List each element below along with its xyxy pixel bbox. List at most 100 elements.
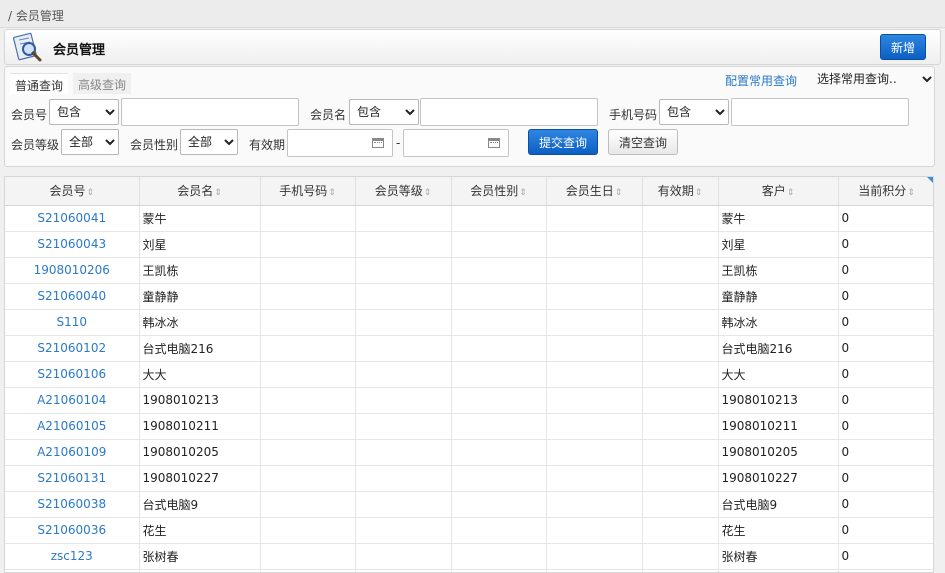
submit-query-button[interactable]: 提交查询 bbox=[528, 129, 598, 155]
table-cell bbox=[260, 205, 356, 232]
table-cell bbox=[355, 569, 452, 572]
column-header[interactable]: 会员名⇕ bbox=[139, 177, 261, 206]
table-row[interactable]: S21060106 大大 大大 0 bbox=[5, 361, 933, 388]
table-cell bbox=[642, 283, 719, 310]
member-code-link[interactable]: S21060041 bbox=[5, 205, 140, 232]
column-header[interactable]: 会员等级⇕ bbox=[355, 177, 452, 206]
column-header[interactable]: 当前积分⇕ bbox=[838, 177, 933, 206]
valid-from-input[interactable] bbox=[288, 130, 366, 156]
table-row[interactable]: A21060104 1908010213 1908010213 0 bbox=[5, 387, 933, 414]
table-row[interactable] bbox=[5, 569, 933, 572]
member-code-link[interactable]: S21060040 bbox=[5, 283, 140, 310]
valid-to-field[interactable] bbox=[403, 129, 509, 157]
date-range-dash: - bbox=[396, 136, 401, 150]
valid-from-field[interactable] bbox=[287, 129, 393, 157]
column-header-label: 会员生日 bbox=[565, 184, 614, 199]
column-header[interactable]: 手机号码⇕ bbox=[260, 177, 356, 206]
table-cell bbox=[642, 569, 719, 572]
column-header[interactable]: 会员性别⇕ bbox=[451, 177, 547, 206]
sort-icon[interactable]: ⇕ bbox=[519, 188, 527, 198]
table-row[interactable]: S21060102 台式电脑216 台式电脑216 0 bbox=[5, 335, 933, 362]
member-level-select[interactable]: 全部 bbox=[61, 129, 119, 155]
tab-advanced-search[interactable]: 高级查询 bbox=[73, 73, 132, 94]
sort-icon[interactable]: ⇕ bbox=[214, 188, 222, 198]
table-row[interactable]: 1908010206 王凯栋 王凯栋 0 bbox=[5, 257, 933, 284]
table-cell bbox=[451, 569, 547, 572]
common-query-select[interactable]: 选择常用查询.. bbox=[813, 68, 935, 90]
member-code-link[interactable]: S21060043 bbox=[5, 231, 140, 258]
column-header-label: 当前积分 bbox=[858, 184, 907, 199]
table-row[interactable]: S21060038 台式电脑9 台式电脑9 0 bbox=[5, 491, 933, 518]
member-code-link[interactable]: S21060102 bbox=[5, 335, 140, 362]
member-code-link[interactable]: A21060104 bbox=[5, 387, 140, 414]
member-code-link[interactable]: S21060038 bbox=[5, 491, 140, 518]
calendar-icon[interactable] bbox=[372, 138, 384, 148]
clear-query-button[interactable]: 清空查询 bbox=[608, 129, 678, 155]
sort-icon[interactable]: ⇕ bbox=[615, 188, 623, 198]
member-code-operator[interactable]: 包含 bbox=[49, 99, 119, 125]
table-cell: 1908010213 bbox=[718, 387, 839, 414]
table-row[interactable]: S21060036 花生 花生 0 bbox=[5, 517, 933, 544]
table-row[interactable]: S110 韩冰冰 韩冰冰 0 bbox=[5, 309, 933, 336]
member-name-operator[interactable]: 包含 bbox=[349, 99, 419, 125]
table-cell bbox=[451, 543, 547, 570]
table-cell bbox=[642, 517, 719, 544]
column-header[interactable]: 会员生日⇕ bbox=[546, 177, 643, 206]
table-cell: 台式电脑9 bbox=[718, 491, 839, 518]
table-cell bbox=[642, 439, 719, 466]
member-code-input[interactable] bbox=[121, 98, 299, 126]
table-cell: 花生 bbox=[139, 517, 261, 544]
member-gender-select[interactable]: 全部 bbox=[180, 129, 238, 155]
column-header[interactable]: 客户⇕ bbox=[718, 177, 839, 206]
table-row[interactable]: zsc123 张树春 张树春 0 bbox=[5, 543, 933, 570]
sort-icon[interactable]: ⇕ bbox=[86, 188, 94, 198]
table-cell: 王凯栋 bbox=[718, 257, 839, 284]
new-button[interactable]: 新增 bbox=[880, 34, 926, 60]
table-cell bbox=[355, 257, 452, 284]
member-code-link[interactable]: A21060109 bbox=[5, 439, 140, 466]
sort-icon[interactable]: ⇕ bbox=[424, 188, 432, 198]
table-row[interactable]: A21060105 1908010211 1908010211 0 bbox=[5, 413, 933, 440]
member-code-link[interactable]: zsc123 bbox=[5, 543, 140, 570]
table-cell bbox=[642, 491, 719, 518]
column-header[interactable]: 有效期⇕ bbox=[642, 177, 719, 206]
member-code-link[interactable]: A21060105 bbox=[5, 413, 140, 440]
search-panel: 普通查询 高级查询 配置常用查询 选择常用查询.. 会员号 包含 会员名 包含 … bbox=[4, 66, 935, 167]
member-code-link[interactable]: S21060036 bbox=[5, 517, 140, 544]
config-common-query-link[interactable]: 配置常用查询 bbox=[725, 72, 797, 89]
phone-operator[interactable]: 包含 bbox=[659, 99, 729, 125]
table-cell bbox=[260, 413, 356, 440]
table-cell bbox=[355, 491, 452, 518]
table-cell bbox=[642, 413, 719, 440]
table-cell bbox=[355, 439, 452, 466]
member-code-link[interactable] bbox=[5, 569, 140, 572]
member-code-link[interactable]: S21060131 bbox=[5, 465, 140, 492]
table-cell bbox=[260, 491, 356, 518]
table-row[interactable]: S21060041 蒙牛 蒙牛 0 bbox=[5, 205, 933, 232]
table-cell: 0 bbox=[838, 309, 933, 336]
table-cell: 0 bbox=[838, 231, 933, 258]
table-row[interactable]: S21060131 1908010227 1908010227 0 bbox=[5, 465, 933, 492]
member-name-label: 会员名 bbox=[310, 108, 347, 122]
table-row[interactable]: S21060043 刘星 刘星 0 bbox=[5, 231, 933, 258]
member-code-link[interactable]: S21060106 bbox=[5, 361, 140, 388]
sort-icon[interactable]: ⇕ bbox=[907, 188, 915, 198]
sort-icon[interactable]: ⇕ bbox=[328, 188, 336, 198]
table-cell bbox=[546, 387, 643, 414]
table-cell: 大大 bbox=[139, 361, 261, 388]
table-row[interactable]: S21060040 童静静 童静静 0 bbox=[5, 283, 933, 310]
table-cell bbox=[260, 309, 356, 336]
phone-input[interactable] bbox=[731, 98, 909, 126]
table-cell: 1908010205 bbox=[139, 439, 261, 466]
table-row[interactable]: A21060109 1908010205 1908010205 0 bbox=[5, 439, 933, 466]
column-header[interactable]: 会员号⇕ bbox=[5, 177, 140, 206]
tab-basic-search[interactable]: 普通查询 bbox=[10, 73, 69, 94]
valid-to-input[interactable] bbox=[404, 130, 482, 156]
member-code-link[interactable]: 1908010206 bbox=[5, 257, 140, 284]
member-name-input[interactable] bbox=[420, 98, 598, 126]
calendar-icon[interactable] bbox=[488, 138, 500, 148]
sort-icon[interactable]: ⇕ bbox=[787, 188, 795, 198]
sort-icon[interactable]: ⇕ bbox=[695, 188, 703, 198]
table-cell bbox=[260, 283, 356, 310]
member-code-link[interactable]: S110 bbox=[5, 309, 140, 336]
